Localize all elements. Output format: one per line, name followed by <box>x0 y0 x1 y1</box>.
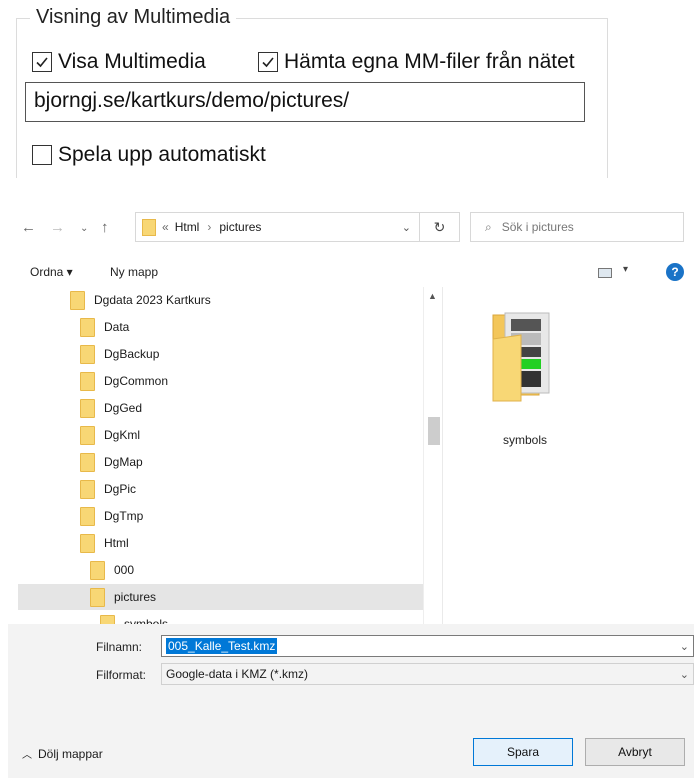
tree-item-dgmap[interactable]: DgMap <box>80 449 143 475</box>
folder-icon <box>90 587 105 607</box>
tree-item-label: DgMap <box>104 455 143 469</box>
folder-icon <box>80 317 95 337</box>
tree-item-label: pictures <box>114 590 157 604</box>
hide-folders-toggle[interactable]: ︿ Dölj mappar <box>22 746 103 762</box>
checkbox-checked-icon[interactable] <box>258 52 278 72</box>
breadcrumb-separator-icon: › <box>207 220 212 234</box>
folder-with-images-icon <box>492 312 550 402</box>
view-options-icon[interactable] <box>598 268 612 278</box>
tree-item-dgdata-2023-kartkurs[interactable]: Dgdata 2023 Kartkurs <box>70 287 211 313</box>
tree-item-label: Html <box>104 536 129 550</box>
folder-icon <box>90 560 105 580</box>
tree-item-dgtmp[interactable]: DgTmp <box>80 503 143 529</box>
tree-item-label: DgTmp <box>104 509 144 523</box>
dialog-toolbar: Ordna ▾ Ny mapp ▾ ? <box>8 259 694 289</box>
search-placeholder: Sök i pictures <box>501 220 574 234</box>
chevron-up-icon: ︿ <box>22 750 32 761</box>
tree-item-label: DgCommon <box>104 374 169 388</box>
refresh-button[interactable]: ↻ <box>420 212 460 242</box>
content-item-symbols[interactable]: symbols <box>491 309 555 447</box>
forward-arrow-icon[interactable]: → <box>50 219 65 236</box>
filetype-label: Filformat: <box>96 668 147 682</box>
tree-item-html[interactable]: Html <box>80 530 129 556</box>
filename-area: Filnamn: 005_Kalle_Test.kmz ⌄ Filformat:… <box>8 624 694 694</box>
tree-item-label: DgBackup <box>104 347 160 361</box>
hide-folders-label: Dölj mappar <box>38 746 103 761</box>
tree-scrollbar[interactable]: ▲ ▼ <box>423 287 441 642</box>
fetch-own-files-label: Hämta egna MM-filer från nätet <box>284 50 575 73</box>
show-multimedia-checkbox[interactable]: Visa Multimedia <box>32 50 206 74</box>
tree-item-dgkml[interactable]: DgKml <box>80 422 140 448</box>
folder-icon <box>80 344 95 364</box>
filetype-value: Google-data i KMZ (*.kmz) <box>166 667 309 681</box>
fetch-own-files-checkbox[interactable]: Hämta egna MM-filer från nätet <box>258 50 575 74</box>
path-dropdown-chevron-icon[interactable]: ⌄ <box>402 221 411 234</box>
folder-icon <box>80 452 95 472</box>
tree-item-dgcommon[interactable]: DgCommon <box>80 368 168 394</box>
tree-item-label: Dgdata 2023 Kartkurs <box>94 293 211 307</box>
folder-icon <box>80 371 95 391</box>
tree-item-dgbackup[interactable]: DgBackup <box>80 341 159 367</box>
checkbox-checked-icon[interactable] <box>32 52 52 72</box>
back-arrow-icon[interactable]: ← <box>21 219 36 236</box>
tree-item-label: DgPic <box>104 482 137 496</box>
folder-icon <box>80 425 95 445</box>
organize-button[interactable]: Ordna ▾ <box>30 265 73 279</box>
checkbox-unchecked-icon[interactable] <box>32 145 52 165</box>
scroll-up-arrow-icon[interactable]: ▲ <box>428 291 437 301</box>
search-icon: ⌕ <box>485 219 492 234</box>
address-bar: ← → ⌄ ↑ « Html › pictures ⌄ ↻ ⌕ Sök i pi… <box>8 195 694 259</box>
filetype-dropdown-chevron-icon[interactable]: ⌄ <box>680 668 689 681</box>
autoplay-checkbox[interactable]: Spela upp automatiskt <box>32 143 266 167</box>
save-button[interactable]: Spara <box>473 738 573 766</box>
content-pane: symbols <box>443 287 694 642</box>
tree-item-label: Data <box>104 320 130 334</box>
multimedia-url-input[interactable]: bjorngj.se/kartkurs/demo/pictures/ <box>25 82 585 122</box>
view-options-chevron-icon[interactable]: ▾ <box>623 264 628 275</box>
tree-item-dgged[interactable]: DgGed <box>80 395 142 421</box>
content-item-label: symbols <box>502 433 547 447</box>
show-multimedia-label: Visa Multimedia <box>58 50 206 73</box>
tree-item-label: DgKml <box>104 428 141 442</box>
tree-item-data[interactable]: Data <box>80 314 129 340</box>
autoplay-label: Spela upp automatiskt <box>58 143 266 166</box>
tree-item-dgpic[interactable]: DgPic <box>80 476 136 502</box>
new-folder-button[interactable]: Ny mapp <box>110 265 158 279</box>
folder-tree: Dgdata 2023 Kartkurs Data DgBackup DgCom… <box>18 287 433 642</box>
filetype-select[interactable]: Google-data i KMZ (*.kmz) ⌄ <box>161 663 694 685</box>
search-input[interactable]: ⌕ Sök i pictures <box>470 212 684 242</box>
up-arrow-icon[interactable]: ↑ <box>101 219 109 236</box>
tree-item-label: 000 <box>114 563 135 577</box>
scroll-thumb[interactable] <box>428 417 440 445</box>
folder-icon <box>70 290 85 310</box>
folder-icon <box>80 533 95 553</box>
breadcrumb-html[interactable]: Html <box>175 220 200 234</box>
folder-icon <box>80 506 95 526</box>
tree-item-pictures[interactable]: pictures <box>18 584 423 610</box>
help-icon[interactable]: ? <box>666 263 684 281</box>
filename-value: 005_Kalle_Test.kmz <box>166 638 278 654</box>
filename-input[interactable]: 005_Kalle_Test.kmz ⌄ <box>161 635 694 657</box>
filename-label: Filnamn: <box>96 640 143 654</box>
folder-icon <box>80 398 95 418</box>
filename-dropdown-chevron-icon[interactable]: ⌄ <box>680 640 689 653</box>
cancel-button[interactable]: Avbryt <box>585 738 685 766</box>
save-dialog: ← → ⌄ ↑ « Html › pictures ⌄ ↻ ⌕ Sök i pi… <box>8 195 694 778</box>
breadcrumb-pictures[interactable]: pictures <box>219 220 261 234</box>
folder-icon <box>80 479 95 499</box>
tree-item-label: DgGed <box>104 401 143 415</box>
recent-locations-chevron-icon[interactable]: ⌄ <box>80 223 88 234</box>
multimedia-legend: Visning av Multimedia <box>30 6 237 29</box>
folder-icon <box>142 218 156 236</box>
path-breadcrumb[interactable]: « Html › pictures ⌄ <box>135 212 420 242</box>
dialog-footer: ︿ Dölj mappar Spara Avbryt <box>8 694 694 778</box>
refresh-icon: ↻ <box>433 218 446 235</box>
tree-item-000[interactable]: 000 <box>90 557 134 583</box>
path-overflow-icon[interactable]: « <box>162 220 169 234</box>
